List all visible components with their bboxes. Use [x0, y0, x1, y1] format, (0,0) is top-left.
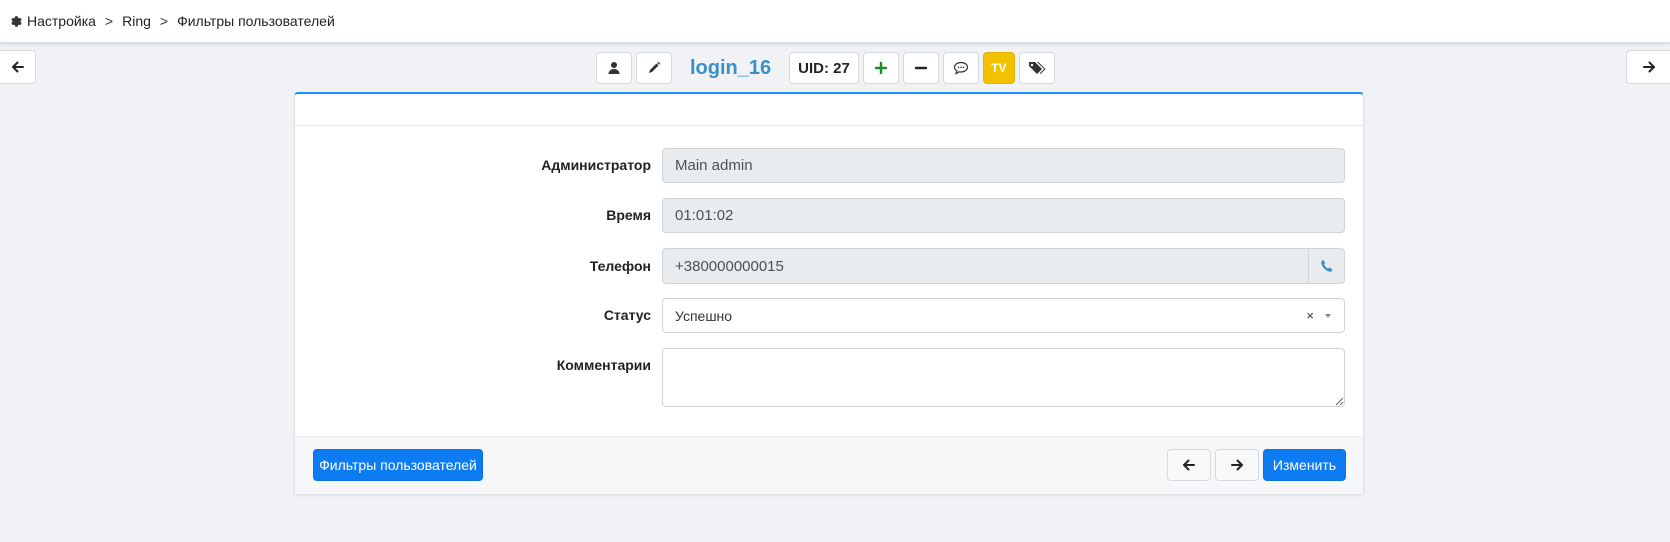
- admin-value: Main admin: [675, 157, 753, 174]
- phone-icon: [1320, 260, 1332, 272]
- time-label: Время: [606, 207, 651, 223]
- admin-field: Main admin: [662, 148, 1345, 183]
- status-label: Статус: [603, 307, 651, 323]
- comment-button[interactable]: [942, 52, 979, 84]
- card-footer: Фильтры пользователей Изменить: [295, 436, 1363, 494]
- admin-label: Администратор: [541, 157, 651, 173]
- record-toolbar: login_16 UID: 27 TV: [596, 51, 1055, 85]
- minus-icon: [914, 66, 928, 70]
- breadcrumb-item-user-filters: Фильтры пользователей: [177, 13, 335, 29]
- user-button[interactable]: [596, 52, 632, 84]
- tags-button[interactable]: [1018, 52, 1055, 84]
- clear-selection-icon[interactable]: ×: [1306, 308, 1314, 323]
- user-filters-button[interactable]: Фильтры пользователей: [313, 449, 483, 481]
- phone-field: +380000000015: [662, 248, 1345, 284]
- arrow-right-icon: [1231, 459, 1243, 471]
- next-button[interactable]: [1215, 449, 1259, 481]
- add-button[interactable]: [862, 52, 899, 84]
- breadcrumb-bar: Настройка > Ring > Фильтры пользователей: [0, 0, 1670, 43]
- user-icon: [608, 62, 620, 74]
- arrow-left-icon: [1183, 459, 1195, 471]
- tv-button[interactable]: TV: [982, 52, 1015, 84]
- status-value: Успешно: [675, 307, 733, 324]
- prev-record-button[interactable]: [0, 50, 36, 84]
- comment-label: Комментарии: [556, 357, 651, 373]
- time-value: 01:01:02: [675, 207, 734, 224]
- comment-textarea[interactable]: [662, 348, 1345, 407]
- next-record-button[interactable]: [1626, 50, 1670, 84]
- plus-icon: [874, 61, 888, 75]
- chevron-down-icon: [1325, 314, 1331, 318]
- breadcrumb-separator: >: [104, 13, 114, 29]
- prev-button[interactable]: [1167, 449, 1211, 481]
- gear-icon: [9, 15, 22, 28]
- call-button[interactable]: [1308, 249, 1344, 283]
- phone-label: Телефон: [589, 258, 651, 274]
- breadcrumb-item-ring[interactable]: Ring: [122, 13, 151, 29]
- phone-value: +380000000015: [675, 257, 784, 275]
- breadcrumb-item-settings[interactable]: Настройка: [27, 13, 96, 29]
- comment-icon: [953, 61, 968, 75]
- uid-badge: UID: 27: [789, 52, 859, 84]
- arrow-right-icon: [1642, 61, 1655, 73]
- remove-button[interactable]: [902, 52, 939, 84]
- pencil-icon: [649, 61, 661, 73]
- login-link[interactable]: login_16: [676, 57, 785, 80]
- arrow-left-icon: [11, 61, 24, 73]
- breadcrumb-separator: >: [159, 13, 169, 29]
- edit-button[interactable]: [636, 52, 672, 84]
- submit-button[interactable]: Изменить: [1263, 449, 1346, 481]
- tags-icon: [1028, 62, 1046, 74]
- card-header: [295, 94, 1363, 126]
- record-card: Администратор Main admin Время 01:01:02 …: [294, 92, 1364, 495]
- time-field: 01:01:02: [662, 198, 1345, 233]
- status-select[interactable]: Успешно ×: [662, 298, 1345, 333]
- resize-handle-icon[interactable]: [1335, 397, 1344, 406]
